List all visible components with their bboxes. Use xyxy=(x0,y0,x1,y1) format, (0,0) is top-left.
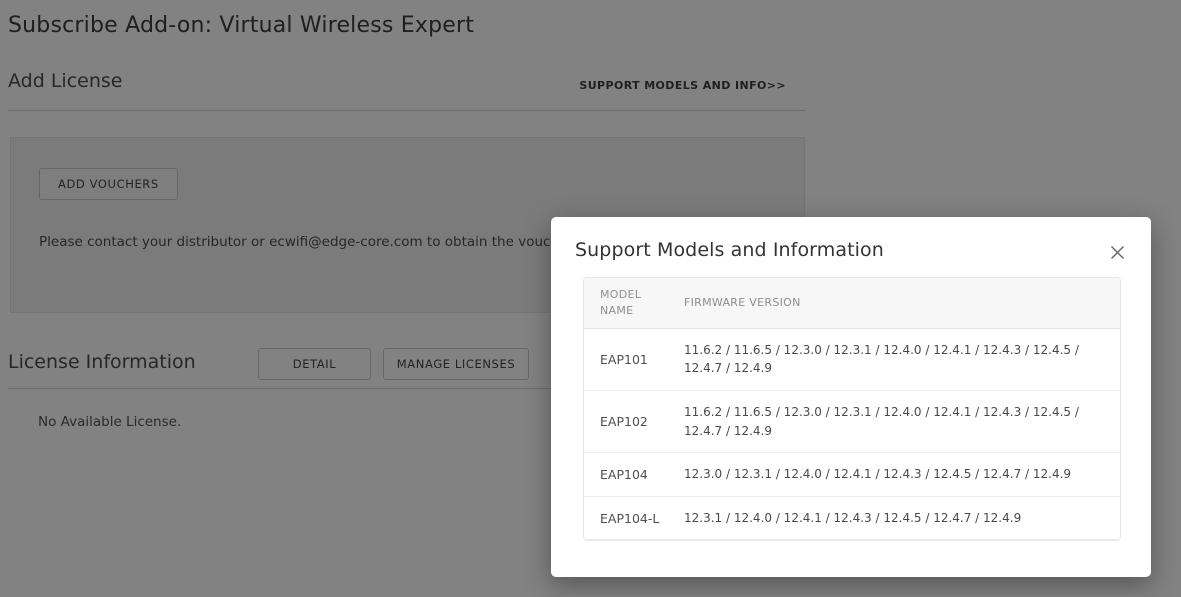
support-models-table: MODEL NAME FIRMWARE VERSION EAP101 11.6.… xyxy=(583,277,1121,542)
model-name-cell: EAP101 xyxy=(600,351,648,367)
table-row: EAP104-L 12.3.1 / 12.4.0 / 12.4.1 / 12.4… xyxy=(584,497,1120,541)
support-models-modal: Support Models and Information MODEL NAM… xyxy=(551,217,1151,577)
model-name-cell: EAP104-L xyxy=(600,510,660,526)
column-header-firmware-version: FIRMWARE VERSION xyxy=(684,295,801,309)
table-row: EAP102 11.6.2 / 11.6.5 / 12.3.0 / 12.3.1… xyxy=(584,391,1120,454)
firmware-version-cell: 12.3.0 / 12.3.1 / 12.4.0 / 12.4.1 / 12.4… xyxy=(684,467,1072,482)
close-icon xyxy=(1111,246,1124,259)
table-row: EAP104 12.3.0 / 12.3.1 / 12.4.0 / 12.4.1… xyxy=(584,453,1120,497)
table-row: EAP101 11.6.2 / 11.6.5 / 12.3.0 / 12.3.1… xyxy=(584,329,1120,392)
column-header-model-name: MODEL NAME xyxy=(600,288,642,317)
firmware-version-cell: 12.3.1 / 12.4.0 / 12.4.1 / 12.4.3 / 12.4… xyxy=(684,510,1022,525)
model-name-cell: EAP104 xyxy=(600,467,648,483)
firmware-version-cell: 11.6.2 / 11.6.5 / 12.3.0 / 12.3.1 / 12.4… xyxy=(684,405,1079,438)
firmware-version-cell: 11.6.2 / 11.6.5 / 12.3.0 / 12.3.1 / 12.4… xyxy=(684,342,1079,376)
modal-header: Support Models and Information xyxy=(551,217,1151,264)
model-name-cell: EAP102 xyxy=(600,414,648,430)
close-button[interactable] xyxy=(1106,241,1129,264)
modal-title: Support Models and Information xyxy=(575,239,884,261)
table-header-row: MODEL NAME FIRMWARE VERSION xyxy=(584,278,1120,329)
